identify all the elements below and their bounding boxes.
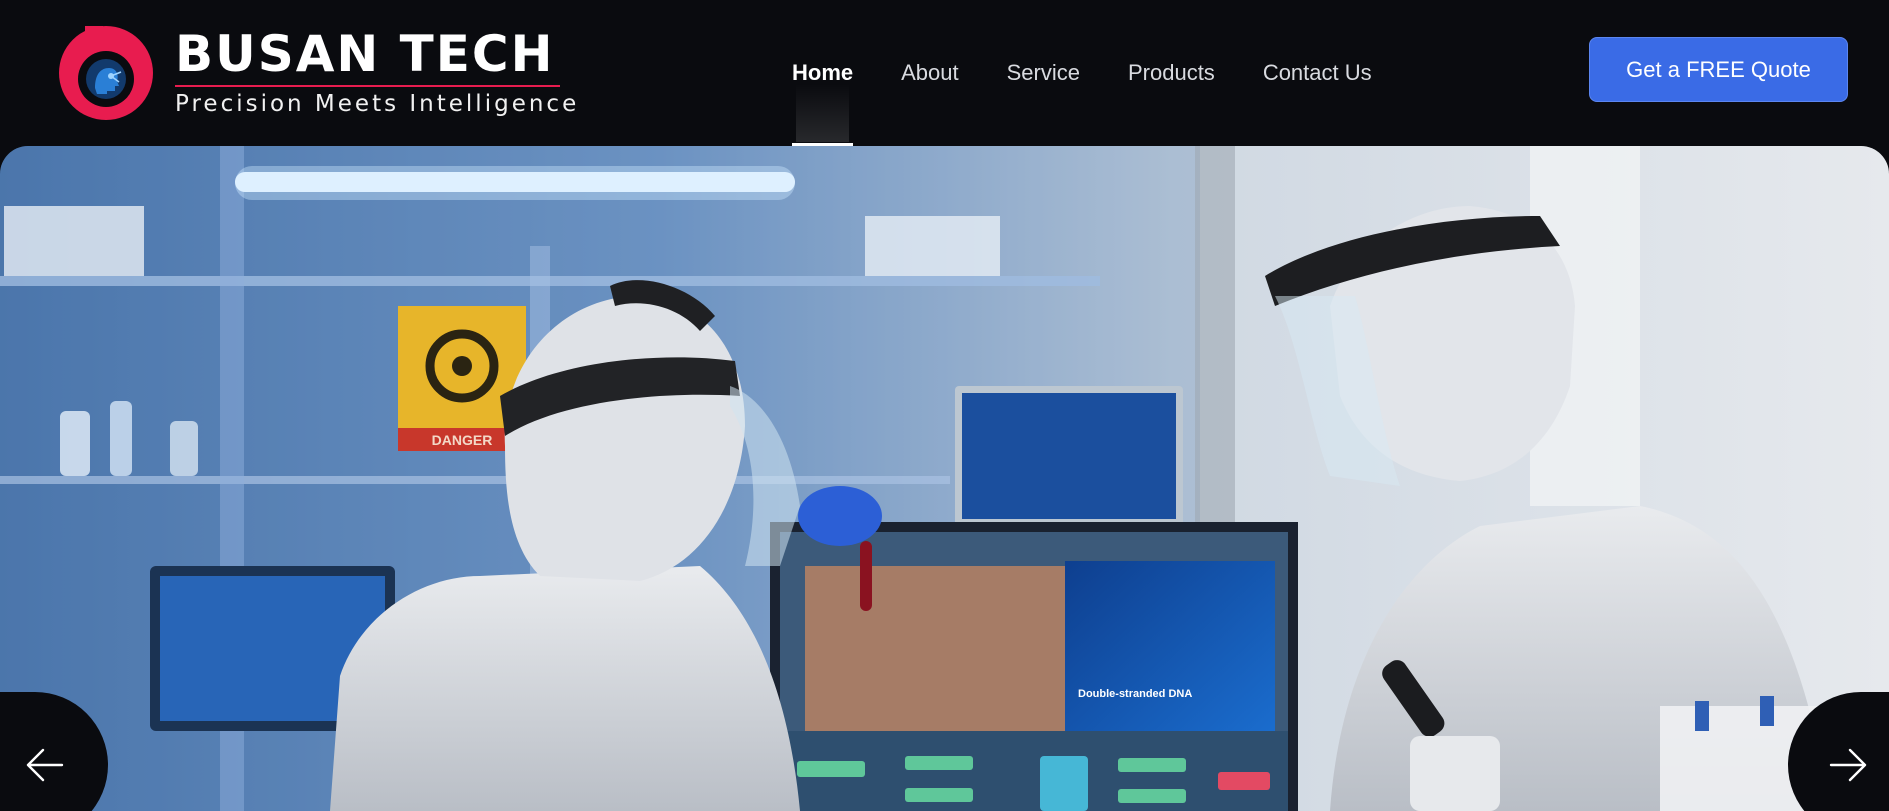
nav-service[interactable]: Service xyxy=(1007,0,1080,146)
nav-home[interactable]: Home xyxy=(792,0,854,146)
nav-products[interactable]: Products xyxy=(1128,0,1215,146)
hero-image: DANGER Double-stranded DNA xyxy=(0,146,1889,811)
nav-contact-us[interactable]: Contact Us xyxy=(1263,0,1372,146)
brand-divider xyxy=(175,85,560,87)
arrow-left-icon xyxy=(26,748,64,782)
get-quote-button[interactable]: Get a FREE Quote xyxy=(1589,37,1848,102)
screen-caption: Double-stranded DNA xyxy=(1078,688,1192,700)
site-header: BUSAN TECH Precision Meets Intelligence … xyxy=(0,0,1889,146)
arrow-right-icon xyxy=(1829,748,1867,782)
logo-mark-icon xyxy=(59,26,153,120)
logo-text: BUSAN TECH Precision Meets Intelligence xyxy=(175,29,579,117)
brand-tagline: Precision Meets Intelligence xyxy=(175,91,580,117)
main-nav: Home About Service Products Contact Us xyxy=(768,0,1396,146)
nav-about[interactable]: About xyxy=(901,0,959,146)
hero-slider: DANGER Double-stranded DNA xyxy=(0,146,1889,811)
danger-sign-text: DANGER xyxy=(432,432,493,448)
brand-name: BUSAN TECH xyxy=(175,25,555,83)
logo[interactable]: BUSAN TECH Precision Meets Intelligence xyxy=(57,24,579,122)
